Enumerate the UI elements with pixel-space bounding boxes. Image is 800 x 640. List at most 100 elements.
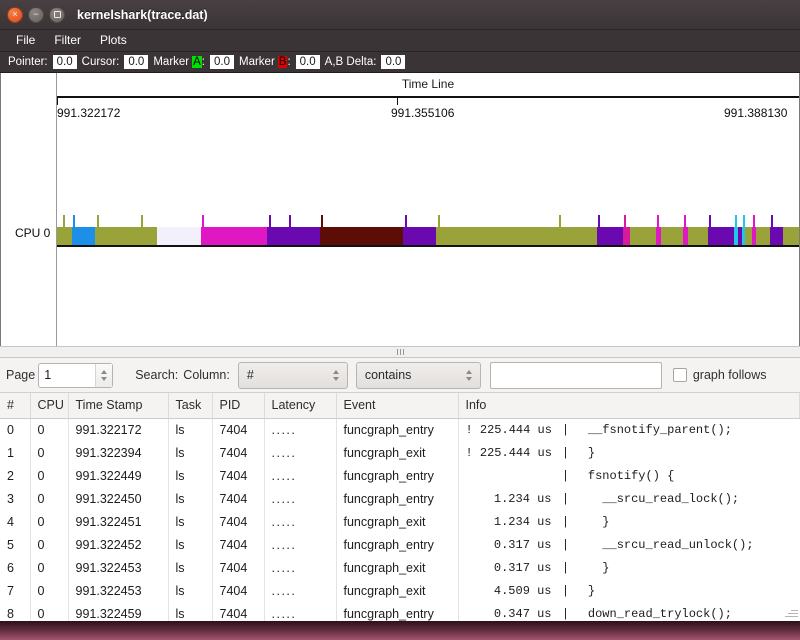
cpu-trace-segment: [72, 227, 95, 245]
table-row[interactable]: 0 0 991.322172 ls 7404..... funcgraph_entry! …: [0, 418, 800, 441]
pane-splitter[interactable]: [0, 346, 800, 358]
cpu-trace-segment: [688, 227, 708, 245]
column-header-latency[interactable]: Latency: [264, 393, 337, 419]
column-header-cpu[interactable]: CPU: [30, 393, 69, 419]
close-icon[interactable]: ×: [7, 6, 23, 23]
cell-pid: 7404: [212, 533, 265, 556]
column-header-task[interactable]: Task: [168, 393, 213, 419]
cpu-trace-spike: [202, 215, 204, 245]
graph-follows-checkbox[interactable]: [672, 368, 687, 382]
search-toolbar: Page Search: Column: # contains: [0, 358, 800, 393]
cpu-trace-segment: [661, 227, 683, 245]
info-function: __fsnotify_parent();: [573, 422, 732, 437]
cell-event: funcgraph_exit: [336, 441, 459, 464]
table-row[interactable]: 3 0 991.322450 ls 7404..... funcgraph_entry 1.…: [0, 487, 800, 510]
info-duration: 1.234 us: [493, 491, 552, 506]
cell-timestamp: 991.322459: [68, 602, 169, 621]
cpu-trace-spike: [63, 215, 65, 245]
menu-item-file[interactable]: File: [8, 31, 46, 50]
cpu-trace-segment: [320, 227, 403, 245]
cpu-trace-segment: [95, 227, 157, 245]
cell-task: ls: [168, 602, 213, 621]
kernelshark-window: × − kernelshark(trace.dat) File Filter P…: [0, 0, 800, 640]
timeline-title: Time Line: [401, 77, 455, 91]
table-row[interactable]: 8 0 991.322459 ls 7404..... funcgraph_entry 0.…: [0, 602, 800, 621]
cell-pid: 7404: [212, 441, 265, 464]
table-row[interactable]: 7 0 991.322453 ls 7404..... funcgraph_exit 4.5…: [0, 579, 800, 602]
search-column-arrows[interactable]: [329, 369, 343, 381]
cpu-trace-spike: [743, 215, 745, 245]
cell-timestamp: 991.322453: [68, 579, 169, 602]
column-header-info[interactable]: Info: [458, 393, 800, 419]
search-operator-select[interactable]: contains: [355, 361, 481, 389]
cell-task: ls: [168, 579, 213, 602]
cpu-trace-spike: [438, 215, 440, 245]
minimize-icon[interactable]: −: [28, 6, 44, 23]
maximize-glyph: [53, 11, 61, 18]
info-duration: ! 225.444 us: [465, 445, 552, 460]
timeline-ruler[interactable]: [57, 96, 799, 105]
info-function: }: [573, 445, 596, 460]
cpu-trace-spike: [97, 215, 99, 245]
cell-event: funcgraph_entry: [336, 602, 459, 621]
delta-value: 0.0: [381, 55, 406, 69]
cell-timestamp: 991.322394: [68, 441, 169, 464]
graph-follows-control[interactable]: graph follows: [672, 368, 767, 382]
page-stepper-arrows[interactable]: [95, 363, 113, 387]
column-header-event[interactable]: Event: [336, 393, 459, 419]
column-header-timestamp[interactable]: Time Stamp: [68, 393, 169, 419]
cpu-trace-spike: [405, 215, 407, 245]
cell-num: 0: [0, 418, 31, 441]
cell-timestamp: 991.322451: [68, 510, 169, 533]
info-separator: |: [561, 514, 570, 529]
ruler-tick: [57, 96, 58, 105]
graph-pane[interactable]: Time Line 991.322172 991.355106 991.3881…: [0, 73, 800, 346]
search-input[interactable]: [489, 361, 662, 389]
chevron-up-icon[interactable]: [332, 369, 339, 374]
chevron-down-icon[interactable]: [465, 376, 472, 381]
event-table[interactable]: # CPU Time Stamp Task PID Latency Event …: [0, 393, 800, 621]
cell-info: 4.509 us | }: [458, 579, 800, 602]
chevron-up-icon[interactable]: [101, 369, 108, 374]
cpu-trace-segment: [630, 227, 656, 245]
info-function: }: [573, 514, 610, 529]
cell-pid: 7404: [212, 556, 265, 579]
cell-task: ls: [168, 510, 213, 533]
table-row[interactable]: 1 0 991.322394 ls 7404..... funcgraph_exit! 2…: [0, 441, 800, 464]
info-separator: |: [561, 491, 570, 506]
column-header-pid[interactable]: PID: [212, 393, 265, 419]
menu-item-filter[interactable]: Filter: [46, 31, 92, 50]
table-row[interactable]: 2 0 991.322449 ls 7404..... funcgraph_entry | …: [0, 464, 800, 487]
info-separator: |: [561, 422, 570, 437]
resize-grip-icon[interactable]: [784, 606, 798, 620]
tick-label-end: 991.388130: [724, 106, 788, 120]
table-row[interactable]: 6 0 991.322453 ls 7404..... funcgraph_exit 0.3…: [0, 556, 800, 579]
menu-item-plots[interactable]: Plots: [92, 31, 138, 50]
maximize-icon[interactable]: [49, 6, 65, 23]
marker-b-colon: :: [287, 56, 291, 68]
cpu-trace-spike: [559, 215, 561, 245]
table-row[interactable]: 5 0 991.322452 ls 7404..... funcgraph_entry 0.…: [0, 533, 800, 556]
page-input[interactable]: [39, 363, 96, 387]
cell-cpu: 0: [30, 602, 69, 621]
cell-latency: .....: [264, 533, 337, 556]
cpu-trace-spike: [624, 215, 626, 245]
cell-task: ls: [168, 464, 213, 487]
chevron-down-icon[interactable]: [101, 376, 108, 381]
cell-event: funcgraph_exit: [336, 579, 459, 602]
cell-timestamp: 991.322172: [68, 418, 169, 441]
search-operator-arrows[interactable]: [462, 369, 476, 381]
cpu-trace-spike: [657, 215, 659, 245]
search-column-select[interactable]: #: [237, 361, 348, 389]
cpu-trace-row[interactable]: [57, 215, 799, 248]
cell-num: 3: [0, 487, 31, 510]
column-header-num[interactable]: #: [0, 393, 31, 419]
page-stepper[interactable]: [38, 362, 114, 388]
table-row[interactable]: 4 0 991.322451 ls 7404..... funcgraph_exit 1.2…: [0, 510, 800, 533]
cell-num: 7: [0, 579, 31, 602]
chevron-up-icon[interactable]: [465, 369, 472, 374]
cpu-trace-spike: [684, 215, 686, 245]
info-separator: |: [561, 560, 570, 575]
chevron-down-icon[interactable]: [332, 376, 339, 381]
cell-task: ls: [168, 533, 213, 556]
